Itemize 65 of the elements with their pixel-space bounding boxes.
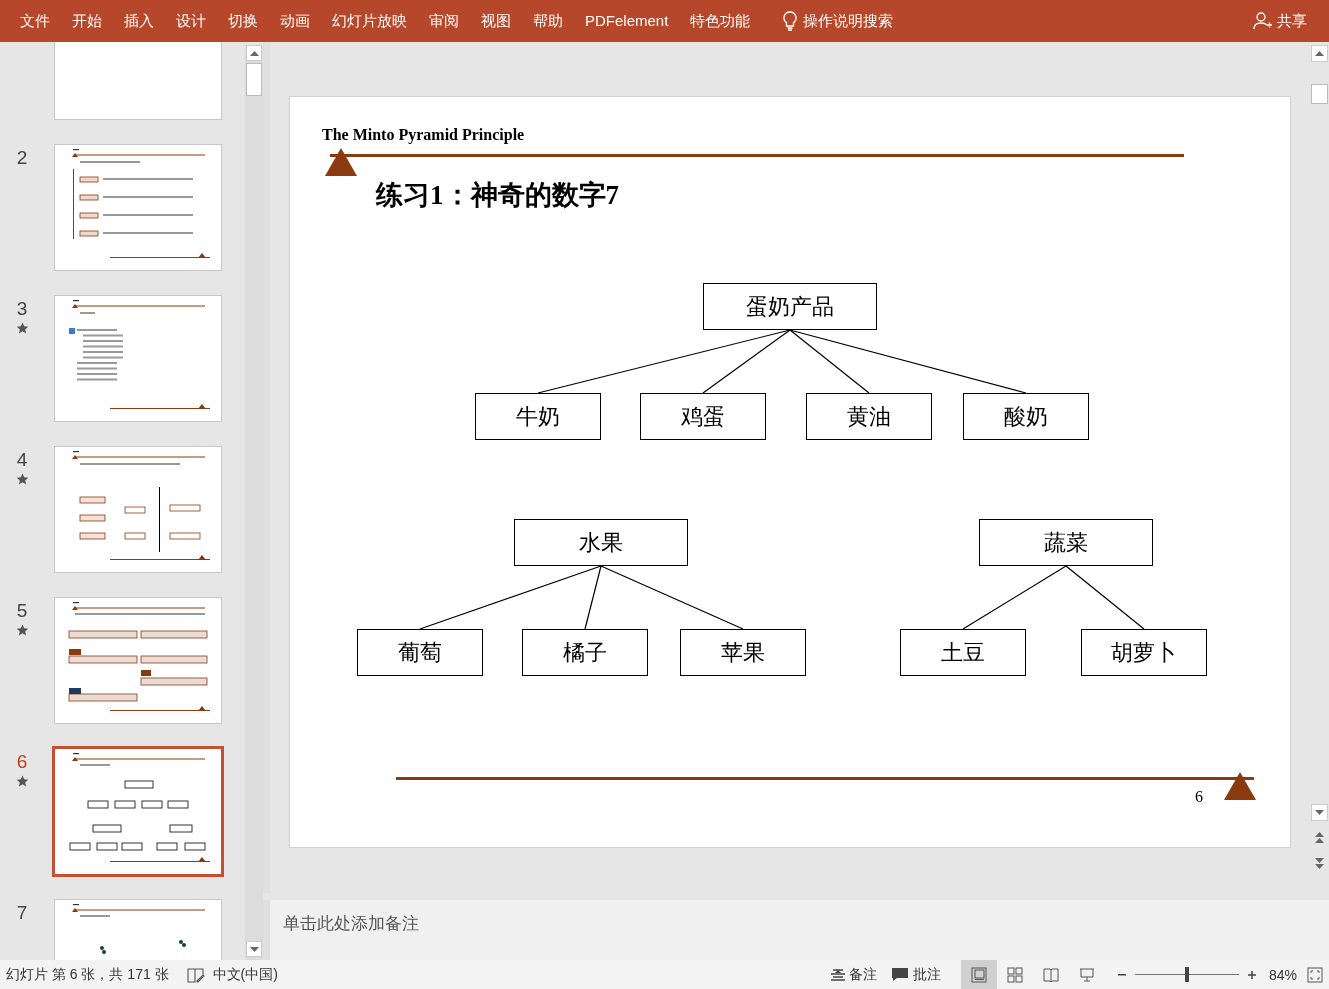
diagram-node: 牛奶: [475, 393, 601, 440]
notes-button[interactable]: 备注: [830, 965, 877, 984]
slide-thumbnail[interactable]: [54, 144, 222, 271]
diagram-node: 苹果: [680, 629, 806, 676]
diagram-node: 黄油: [806, 393, 932, 440]
person-add-icon: [1253, 12, 1273, 30]
ribbon-tab[interactable]: 开始: [61, 0, 113, 42]
ribbon-tab[interactable]: 插入: [113, 0, 165, 42]
scrollbar-thumb[interactable]: [246, 63, 262, 96]
diagram-node: 水果: [514, 519, 688, 566]
slide-header: The Minto Pyramid Principle: [322, 126, 525, 144]
up-arrow-icon: [1315, 51, 1324, 56]
ribbon-tab[interactable]: 设计: [165, 0, 217, 42]
diagram-node: 葡萄: [357, 629, 483, 676]
page-number: 6: [1195, 788, 1203, 806]
ribbon-tab[interactable]: 切换: [217, 0, 269, 42]
diagram-node: 胡萝卜: [1081, 629, 1207, 676]
diagram-node: 蛋奶产品: [703, 283, 877, 330]
scroll-up-button[interactable]: [246, 45, 262, 61]
scroll-down-button[interactable]: [246, 941, 262, 957]
notes-icon: [830, 968, 845, 981]
language-indicator[interactable]: 中文(中国): [212, 965, 278, 984]
zoom-level[interactable]: 84%: [1268, 966, 1297, 983]
slide-number: 3: [16, 299, 28, 319]
slide-number: 5: [16, 601, 28, 621]
fit-to-window-icon[interactable]: [1307, 966, 1323, 983]
zoom-slider-thumb[interactable]: [1184, 967, 1189, 982]
slide-thumbnail[interactable]: [52, 746, 224, 877]
ribbon-tab[interactable]: 幻灯片放映: [321, 0, 418, 42]
ribbon-tab[interactable]: PDFelement: [574, 0, 680, 42]
scroll-down-button[interactable]: [1311, 804, 1328, 821]
speech-bubble-icon: [890, 967, 909, 982]
scrollbar-thumb[interactable]: [1311, 84, 1328, 104]
slide-title: 练习1：神奇的数字7: [376, 179, 619, 212]
ribbon-tab[interactable]: 动画: [269, 0, 321, 42]
diagram-node: 橘子: [522, 629, 648, 676]
slide-number: 2: [16, 148, 28, 168]
diagram-node: 鸡蛋: [640, 393, 766, 440]
scroll-up-button[interactable]: [1311, 45, 1328, 62]
comments-button[interactable]: 批注: [890, 965, 941, 984]
slide-number: 7: [16, 903, 28, 923]
down-arrow-icon: [1315, 810, 1324, 815]
ribbon-tab[interactable]: 特色功能: [679, 0, 762, 42]
ribbon-tab[interactable]: 审阅: [418, 0, 470, 42]
slide-thumbnail[interactable]: [54, 597, 222, 724]
ribbon-tab[interactable]: 视图: [470, 0, 522, 42]
slide-number: 6: [16, 752, 28, 772]
spelling-check-icon[interactable]: [186, 966, 205, 983]
tell-me-search[interactable]: 操作说明搜索: [803, 11, 894, 31]
normal-view-icon[interactable]: [960, 960, 997, 989]
ribbon-tab[interactable]: 帮助: [522, 0, 574, 42]
ribbon-tab[interactable]: 文件: [9, 0, 61, 42]
lightbulb-icon: [783, 11, 798, 31]
slide-counter: 幻灯片 第 6 张，共 171 张: [6, 965, 169, 984]
up-arrow-icon: [249, 50, 259, 56]
notes-prompt[interactable]: 单击此处添加备注: [283, 914, 419, 933]
zoom-in-icon[interactable]: [1246, 969, 1257, 980]
down-arrow-icon: [249, 946, 259, 952]
slide-thumbnail[interactable]: [54, 446, 222, 573]
share-button[interactable]: 共享: [1253, 11, 1307, 31]
slide-number: 4: [16, 450, 28, 470]
diagram-node: 土豆: [900, 629, 1026, 676]
diagram-node: 酸奶: [963, 393, 1089, 440]
diagram-node: 蔬菜: [979, 519, 1153, 566]
slide-thumbnail[interactable]: [54, 295, 222, 422]
